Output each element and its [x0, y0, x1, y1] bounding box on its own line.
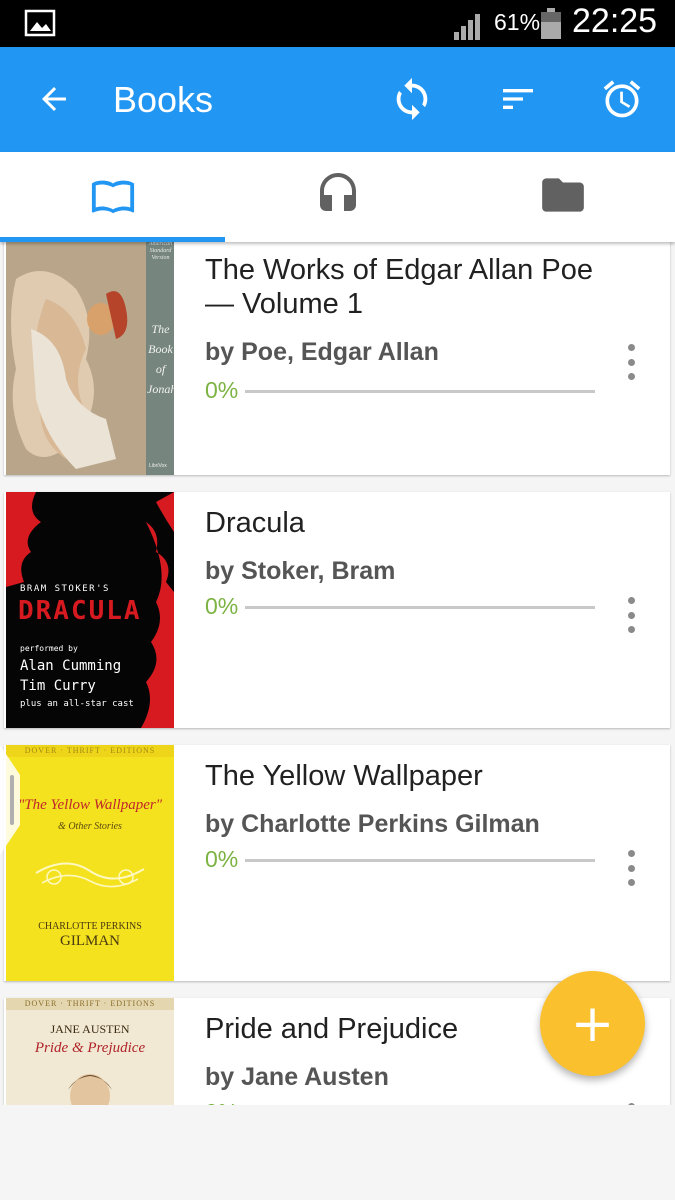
battery-icon [540, 8, 562, 40]
signal-icon [452, 10, 486, 40]
cover-title: DRACULA [18, 596, 142, 626]
tab-folder[interactable] [450, 152, 675, 242]
clock-time: 22:25 [572, 2, 658, 40]
book-title: The Works of Edgar Allan Poe — Volume 1 [205, 254, 593, 320]
tab-bar [0, 152, 675, 242]
tab-audio[interactable] [225, 152, 450, 242]
cover-author: GILMAN [60, 933, 120, 949]
headphones-icon [314, 171, 362, 224]
book-progress-bar [245, 859, 595, 862]
book-progress-bar [245, 390, 595, 393]
cover-series: DOVER · THRIFT · EDITIONS [24, 746, 156, 755]
book-author: by Charlotte Perkins Gilman [205, 810, 540, 838]
book-progress-label: 0% [205, 593, 239, 619]
book-author: by Stoker, Bram [205, 557, 396, 585]
cover-spine-title: The Book of Jonah [147, 322, 174, 396]
book-progress-label: 0% [205, 377, 239, 403]
book-title: The Yellow Wallpaper [205, 760, 483, 792]
tab-books[interactable] [0, 152, 225, 242]
cover-author: CHARLOTTE PERKINS [38, 921, 142, 932]
cover-author: JANE AUSTEN [50, 1022, 130, 1036]
folder-icon [538, 170, 588, 225]
open-book-icon [90, 172, 136, 223]
battery-percent: 61% [494, 9, 541, 35]
book-card-dracula[interactable]: BRAM STOKER'S DRACULA performed by Alan … [4, 492, 670, 728]
book-title: Dracula [205, 507, 305, 539]
edge-panel-handle[interactable] [0, 745, 22, 855]
add-book-button[interactable]: + [540, 971, 645, 1076]
alarm-icon[interactable] [596, 73, 648, 125]
overflow-menu-icon[interactable] [624, 597, 638, 633]
book-card-poe[interactable]: American Standard Version The Book of Jo… [4, 242, 670, 475]
gallery-icon [24, 9, 56, 37]
cover-publisher: LibriVox [149, 463, 167, 469]
status-bar: 61% 22:25 [0, 0, 675, 47]
book-cover-yellow-wallpaper: DOVER · THRIFT · EDITIONS "The Yellow Wa… [6, 745, 174, 981]
empty-bottom-area [0, 1105, 675, 1200]
book-cover-pride-and-prejudice: DOVER · THRIFT · EDITIONS JANE AUSTEN Pr… [6, 998, 174, 1105]
page-title: Books [113, 79, 214, 120]
cover-tagline: plus an all-star cast [20, 699, 134, 709]
cover-narrator: Tim Curry [20, 678, 96, 694]
back-arrow-icon[interactable] [28, 73, 80, 125]
overflow-menu-icon[interactable] [624, 344, 638, 380]
sort-icon[interactable] [492, 73, 544, 125]
cover-series: DOVER · THRIFT · EDITIONS [24, 999, 156, 1008]
sync-icon[interactable] [386, 73, 438, 125]
cover-subtitle: & Other Stories [58, 821, 122, 832]
book-author: by Poe, Edgar Allan [205, 338, 439, 366]
plus-icon: + [570, 993, 615, 1054]
book-card-yellow-wallpaper[interactable]: DOVER · THRIFT · EDITIONS "The Yellow Wa… [4, 745, 670, 981]
overflow-menu-icon[interactable] [624, 850, 638, 886]
book-progress-bar [245, 606, 595, 609]
cover-byline: BRAM STOKER'S [20, 584, 110, 594]
cover-performed-by: performed by [20, 644, 78, 653]
book-cover-poe: American Standard Version The Book of Jo… [6, 242, 174, 475]
app-bar: Books [0, 47, 675, 152]
book-cover-dracula: BRAM STOKER'S DRACULA performed by Alan … [6, 492, 174, 728]
cover-title: "The Yellow Wallpaper" [17, 797, 162, 813]
tab-selected-indicator [0, 237, 225, 242]
cover-narrator: Alan Cumming [20, 658, 122, 674]
cover-title: Pride & Prejudice [34, 1040, 146, 1056]
cover-small-text: American Standard Version [148, 242, 173, 261]
book-author: by Jane Austen [205, 1063, 389, 1091]
book-progress-label: 0% [205, 846, 239, 872]
